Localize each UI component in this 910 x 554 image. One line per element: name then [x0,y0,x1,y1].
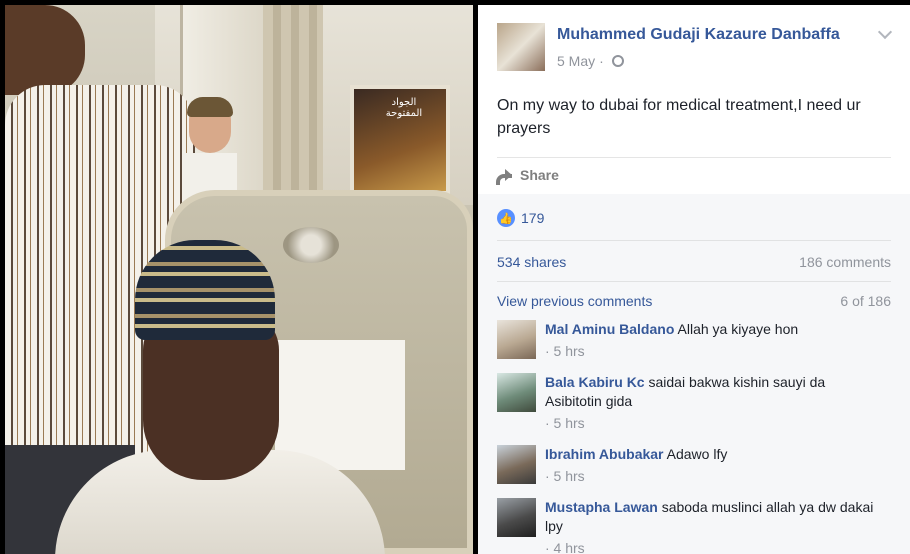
post-meta: 5 May · [557,53,624,69]
meta-separator: · [599,53,604,69]
comments-count[interactable]: 186 comments [799,254,891,270]
commenter-name[interactable]: Mal Aminu Baldano [545,321,674,337]
commenter-avatar[interactable] [497,498,536,537]
view-previous-comments[interactable]: View previous comments [497,293,652,309]
feedback-section: 👍 179 534 shares 186 comments View previ… [478,194,910,554]
commenter-avatar[interactable] [497,445,536,484]
commenter-name[interactable]: Bala Kabiru Kc [545,374,645,390]
seated-man [55,240,385,554]
divider [497,281,891,282]
chevron-down-icon[interactable] [877,24,893,40]
author-avatar[interactable] [497,23,545,71]
likes-count: 179 [521,210,545,226]
comment-time[interactable]: · 5 hrs [545,414,885,433]
post-text: On my way to dubai for medical treatment… [497,97,861,137]
comment-time[interactable]: · 5 hrs [545,467,885,486]
comment-text: Allah ya kiyaye hon [677,321,799,337]
commenter-name[interactable]: Mustapha Lawan [545,499,658,515]
share-label: Share [520,167,559,183]
post-date[interactable]: 5 May [557,53,595,69]
comment-time[interactable]: · 5 hrs [545,342,885,361]
shares-link[interactable]: 534 shares [497,254,566,270]
like-icon: 👍 [497,209,515,227]
cap [135,240,275,340]
comment-time[interactable]: · 4 hrs [545,539,885,554]
comments-pager: 6 of 186 [840,293,891,309]
post-header: Muhammed Gudaji Kazaure Danbaffa 5 May · [497,23,900,73]
post-card: Muhammed Gudaji Kazaure Danbaffa 5 May ·… [478,5,910,554]
likes-row[interactable]: 👍 179 [497,209,544,227]
divider [497,157,891,158]
commenter-name[interactable]: Ibrahim Abubakar [545,446,664,462]
author-name[interactable]: Muhammed Gudaji Kazaure Danbaffa [557,26,840,44]
post-photo[interactable]: الجواد المفتوحة [5,5,473,554]
globe-icon [611,55,624,67]
commenter-avatar[interactable] [497,320,536,359]
comment-text: Adawo lfy [666,446,728,462]
divider [497,240,891,241]
cabin-curtain [263,5,323,205]
share-icon [496,168,514,185]
commenter-avatar[interactable] [497,373,536,412]
poster-text: الجواد المفتوحة [385,97,423,119]
share-button[interactable]: Share [496,167,559,185]
cabin-poster: الجواد المفتوحة [350,85,450,195]
